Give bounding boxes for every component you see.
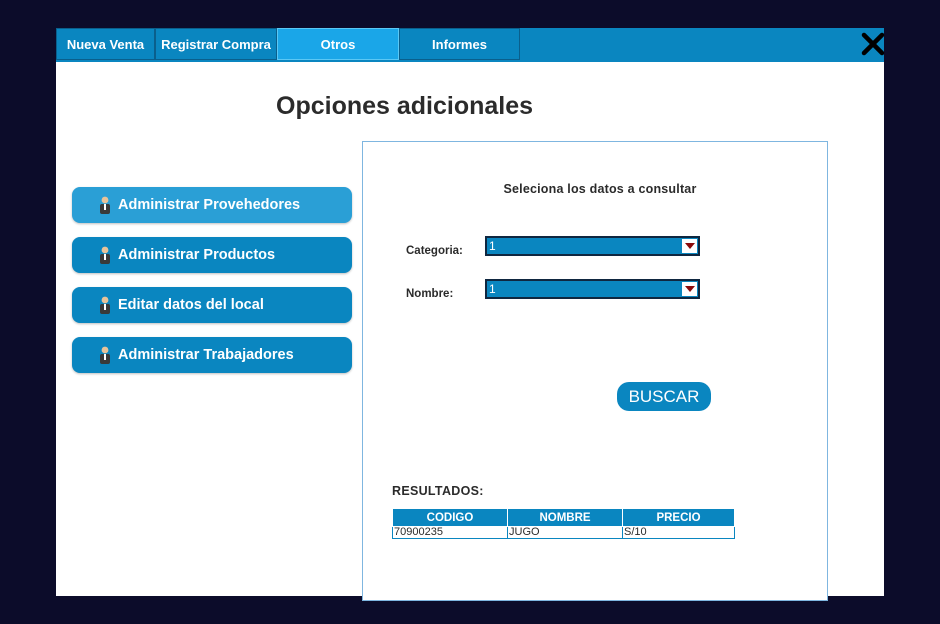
sidebar-item-label: Editar datos del local: [118, 297, 264, 313]
panel-heading: Seleciona los datos a consultar: [503, 182, 697, 196]
cell-precio: S/10: [622, 526, 735, 539]
sidebar-item-label: Administrar Productos: [118, 247, 276, 263]
sidebar-item-editar-datos-local[interactable]: Editar datos del local: [72, 287, 352, 323]
nombre-label: Nombre:: [406, 288, 454, 300]
column-header-precio[interactable]: PRECIO: [622, 508, 735, 527]
nombre-select[interactable]: 1: [485, 279, 700, 299]
search-button[interactable]: BUSCAR: [617, 382, 711, 411]
user-icon: [100, 196, 110, 214]
chevron-down-icon[interactable]: [682, 282, 697, 296]
results-label: RESULTADOS:: [392, 484, 484, 498]
column-header-codigo[interactable]: CODIGO: [392, 508, 508, 527]
sidebar-item-administrar-provehedores[interactable]: Administrar Provehedores: [72, 187, 352, 223]
close-icon[interactable]: [860, 31, 886, 57]
table-row[interactable]: 70900235 JUGO S/10: [392, 526, 735, 539]
chevron-down-icon[interactable]: [682, 239, 697, 253]
app-window: Nueva Venta Registrar Compra Otros Infor…: [56, 28, 886, 601]
page-title: Opciones adicionales: [276, 92, 534, 120]
categoria-label: Categoria:: [406, 245, 463, 257]
tab-nueva-venta[interactable]: Nueva Venta: [56, 28, 155, 60]
sidebar-item-label: Administrar Provehedores: [118, 197, 301, 213]
column-header-nombre[interactable]: NOMBRE: [507, 508, 623, 527]
categoria-value: 1: [489, 239, 496, 253]
sidebar-item-administrar-trabajadores[interactable]: Administrar Trabajadores: [72, 337, 352, 373]
user-icon: [100, 346, 110, 364]
user-icon: [100, 296, 110, 314]
nombre-value: 1: [489, 282, 496, 296]
tab-otros[interactable]: Otros: [277, 28, 399, 60]
results-table: CODIGO NOMBRE PRECIO 70900235 JUGO S/10: [392, 508, 735, 539]
cell-codigo: 70900235: [392, 526, 508, 539]
top-nav-bar: Nueva Venta Registrar Compra Otros Infor…: [56, 28, 886, 62]
query-panel: Seleciona los datos a consultar Categori…: [362, 141, 828, 601]
sidebar-item-administrar-productos[interactable]: Administrar Productos: [72, 237, 352, 273]
cell-nombre: JUGO: [507, 526, 623, 539]
user-icon: [100, 246, 110, 264]
tab-informes[interactable]: Informes: [399, 28, 520, 60]
categoria-select[interactable]: 1: [485, 236, 700, 256]
tab-registrar-compra[interactable]: Registrar Compra: [155, 28, 277, 60]
table-header-row: CODIGO NOMBRE PRECIO: [392, 508, 735, 527]
sidebar-item-label: Administrar Trabajadores: [118, 347, 294, 363]
